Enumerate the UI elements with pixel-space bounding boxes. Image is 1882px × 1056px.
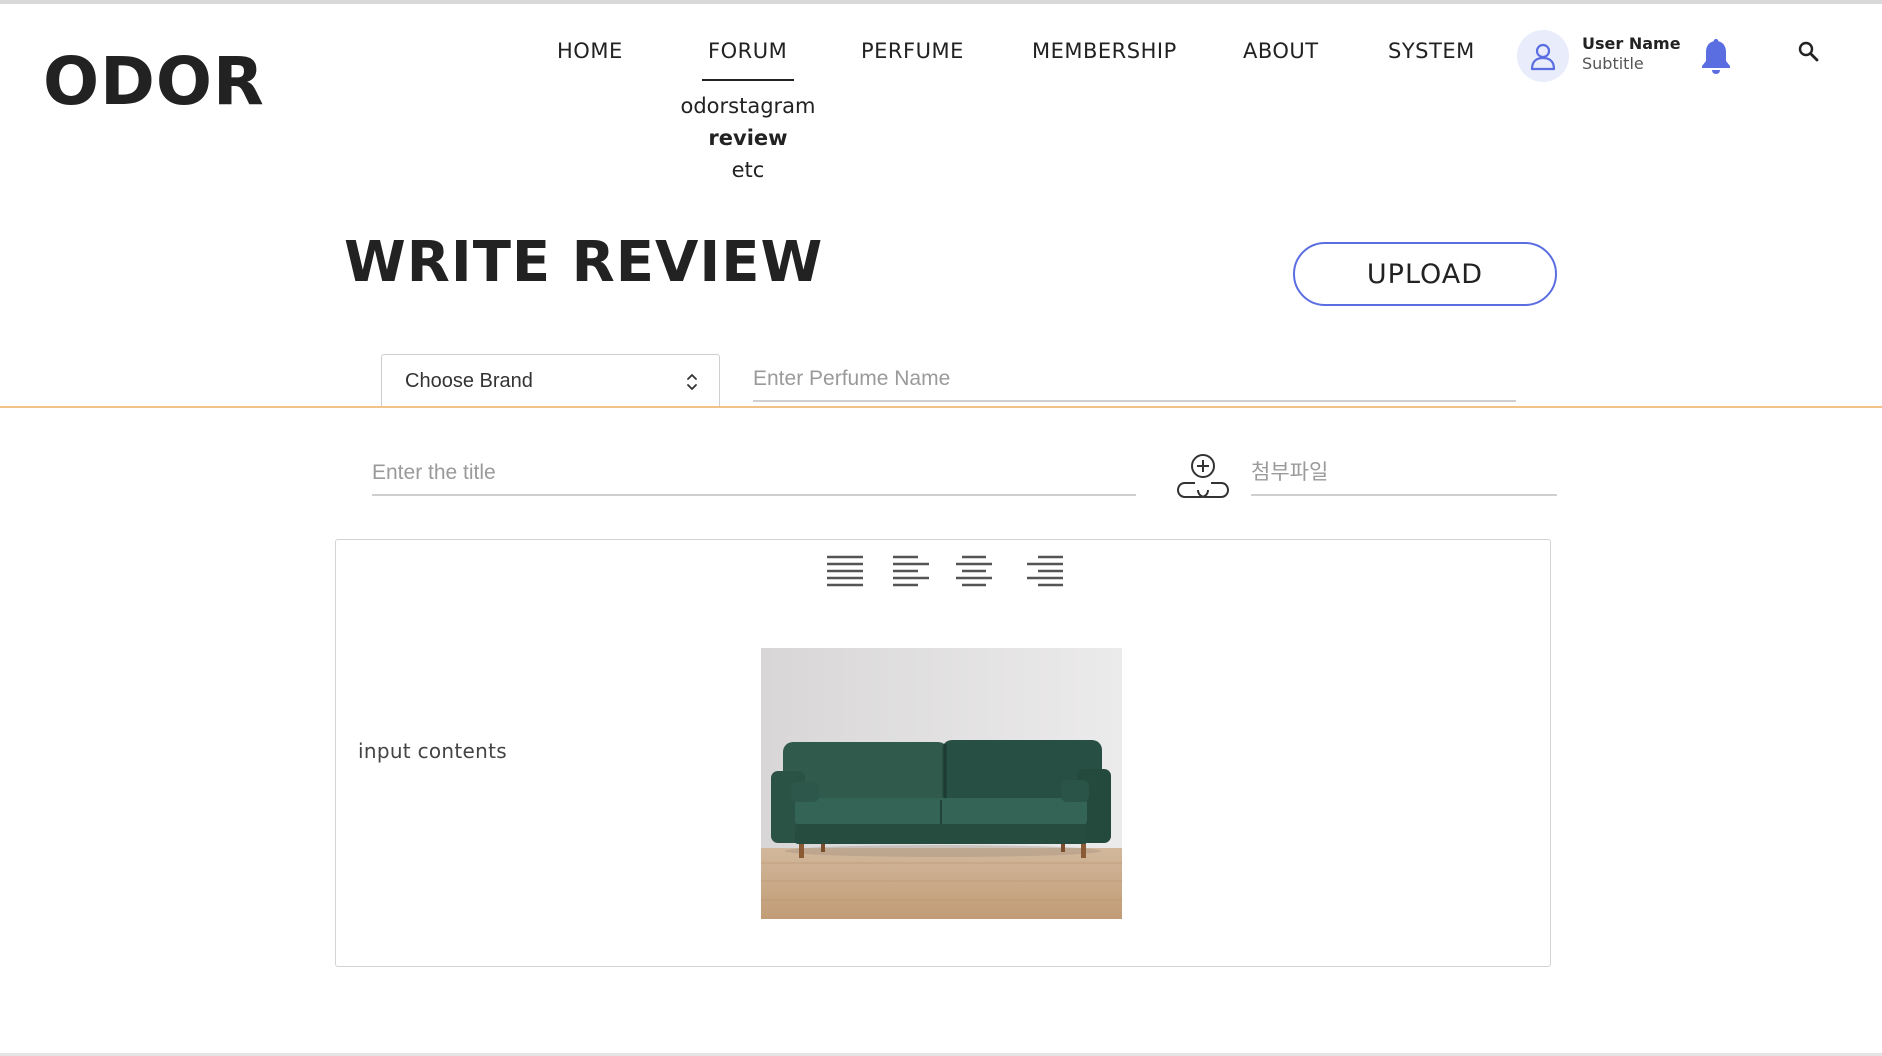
chevron-updown-icon [687, 374, 697, 390]
align-justify-icon[interactable] [826, 554, 864, 588]
nav-item-forum[interactable]: FORUM [708, 36, 787, 66]
nav-item-about[interactable]: ABOUT [1243, 36, 1319, 66]
section-divider [0, 406, 1882, 408]
nav-active-indicator [702, 79, 794, 81]
nav-item-perfume[interactable]: PERFUME [861, 36, 964, 66]
align-right-icon[interactable] [1026, 554, 1064, 588]
brand-select[interactable]: Choose Brand [381, 354, 720, 408]
attachment-input[interactable] [1251, 452, 1557, 496]
nav-item-home[interactable]: HOME [557, 36, 623, 66]
nav-item-membership[interactable]: MEMBERSHIP [1032, 36, 1177, 66]
top-border [0, 0, 1882, 4]
avatar[interactable] [1517, 30, 1569, 82]
search-icon[interactable] [1797, 40, 1819, 62]
review-title-input[interactable] [372, 452, 1136, 496]
submenu-item-review[interactable]: review [640, 122, 856, 154]
nav-item-system[interactable]: SYSTEM [1388, 36, 1475, 66]
upload-button[interactable]: UPLOAD [1293, 242, 1557, 306]
forum-submenu: odorstagram review etc [640, 90, 856, 186]
submenu-item-odorstagram[interactable]: odorstagram [640, 90, 856, 122]
submenu-item-etc[interactable]: etc [640, 154, 856, 186]
perfume-name-input[interactable] [753, 358, 1516, 402]
brand-select-value: Choose Brand [405, 369, 533, 392]
align-center-icon[interactable] [955, 554, 993, 588]
attach-file-icon[interactable] [1175, 452, 1231, 502]
green-sofa-photo [761, 648, 1122, 919]
logo[interactable]: ODOR [43, 38, 265, 126]
page-title: WRITE REVIEW [344, 230, 824, 295]
editor-content-text[interactable]: input contents [358, 739, 507, 763]
user-name: User Name [1582, 34, 1681, 53]
bell-icon[interactable] [1699, 36, 1733, 76]
user-subtitle: Subtitle [1582, 54, 1644, 73]
user-icon [1530, 43, 1556, 71]
align-left-icon[interactable] [892, 554, 930, 588]
